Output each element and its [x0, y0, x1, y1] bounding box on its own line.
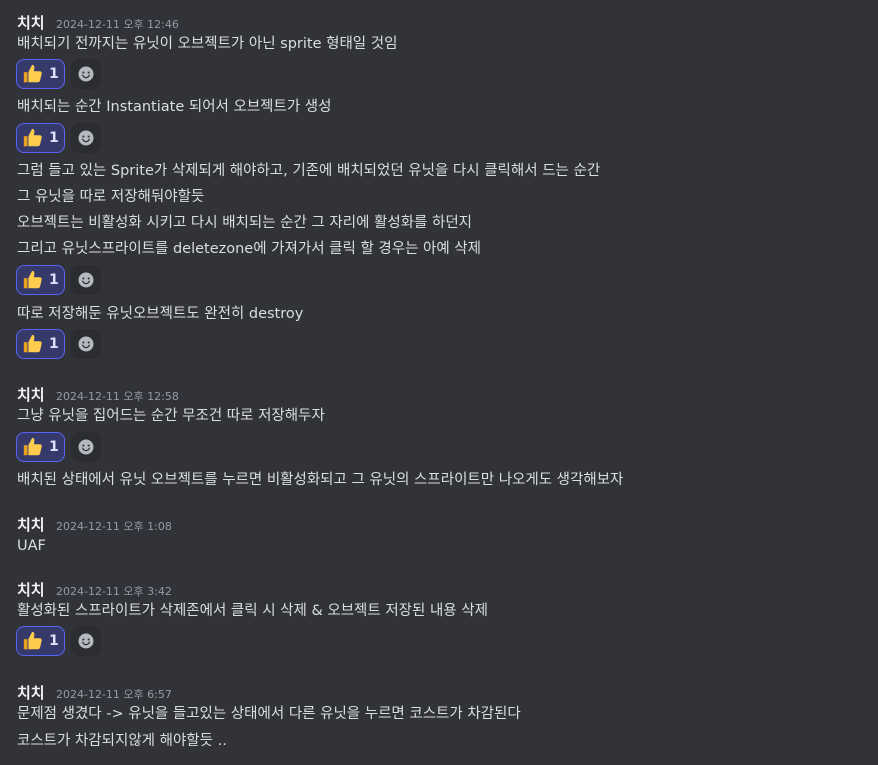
reaction-count: 1 — [49, 633, 59, 649]
reaction-thumbs-up[interactable]: 1 — [16, 59, 65, 89]
add-reaction-icon — [78, 272, 94, 288]
message-text: 코스트가 차감되지않게 해야할듯 .. — [17, 733, 227, 749]
reaction-count: 1 — [49, 66, 59, 82]
thumbs-up-icon — [23, 437, 42, 456]
add-reaction-button[interactable] — [71, 626, 101, 656]
message-author[interactable]: 치치 — [17, 384, 45, 405]
message-text: 배치된 상태에서 유닛 오브젝트를 누르면 비활성화되고 그 유닛의 스프라이트… — [17, 472, 624, 488]
thumbs-up-icon — [23, 128, 42, 147]
chat-message-list: 치치 2024-12-11 오후 12:46 배치되기 전까지는 유닛이 오브젝… — [0, 0, 878, 765]
message-author[interactable]: 치치 — [17, 514, 45, 535]
message-text: 그럼 들고 있는 Sprite가 삭제되게 해야하고, 기존에 배치되었던 유닛… — [17, 163, 601, 179]
add-reaction-button[interactable] — [71, 329, 101, 359]
reaction-thumbs-up[interactable]: 1 — [16, 265, 65, 295]
message-text: UAF — [17, 538, 46, 554]
reaction-count: 1 — [49, 336, 59, 352]
message-text: 그냥 유닛을 집어드는 순간 무조건 따로 저장해두자 — [17, 408, 325, 424]
message-text: 활성화된 스프라이트가 삭제존에서 클릭 시 삭제 & 오브젝트 저장된 내용 … — [17, 603, 488, 619]
message-timestamp: 2024-12-11 오후 3:42 — [56, 585, 172, 598]
reaction-count: 1 — [49, 272, 59, 288]
message-timestamp: 2024-12-11 오후 6:57 — [56, 688, 172, 701]
thumbs-up-icon — [23, 270, 42, 289]
add-reaction-icon — [78, 66, 94, 82]
message-text: 그 유닛을 따로 저장해둬야할듯 — [17, 189, 205, 205]
message-author[interactable]: 치치 — [17, 579, 45, 600]
message-text: 따로 저장해둔 유닛오브젝트도 완전히 destroy — [17, 306, 304, 322]
add-reaction-button[interactable] — [71, 265, 101, 295]
reaction-count: 1 — [49, 130, 59, 146]
reaction-thumbs-up[interactable]: 1 — [16, 432, 65, 462]
message-author[interactable]: 치치 — [17, 12, 45, 33]
message-text: 배치되기 전까지는 유닛이 오브젝트가 아닌 sprite 형태일 것임 — [17, 36, 398, 52]
message-text: 배치되는 순간 Instantiate 되어서 오브젝트가 생성 — [17, 99, 332, 115]
reaction-thumbs-up[interactable]: 1 — [16, 329, 65, 359]
message-timestamp: 2024-12-11 오후 12:46 — [56, 18, 179, 31]
add-reaction-icon — [78, 633, 94, 649]
add-reaction-button[interactable] — [71, 123, 101, 153]
reaction-thumbs-up[interactable]: 1 — [16, 626, 65, 656]
add-reaction-button[interactable] — [71, 432, 101, 462]
message-timestamp: 2024-12-11 오후 12:58 — [56, 390, 179, 403]
add-reaction-icon — [78, 336, 94, 352]
thumbs-up-icon — [23, 631, 42, 650]
thumbs-up-icon — [23, 64, 42, 83]
thumbs-up-icon — [23, 334, 42, 353]
add-reaction-icon — [78, 130, 94, 146]
message-text: 문제점 생겼다 -> 유닛을 들고있는 상태에서 다른 유닛을 누르면 코스트가… — [17, 706, 521, 722]
message-author[interactable]: 치치 — [17, 682, 45, 703]
message-text: 그리고 유닛스프라이트를 deletezone에 가져가서 클릭 할 경우는 아… — [17, 241, 481, 257]
reaction-thumbs-up[interactable]: 1 — [16, 123, 65, 153]
message-timestamp: 2024-12-11 오후 1:08 — [56, 520, 172, 533]
reaction-count: 1 — [49, 439, 59, 455]
message-text: 오브젝트는 비활성화 시키고 다시 배치되는 순간 그 자리에 활성화를 하던지 — [17, 215, 473, 231]
add-reaction-button[interactable] — [71, 59, 101, 89]
add-reaction-icon — [78, 439, 94, 455]
